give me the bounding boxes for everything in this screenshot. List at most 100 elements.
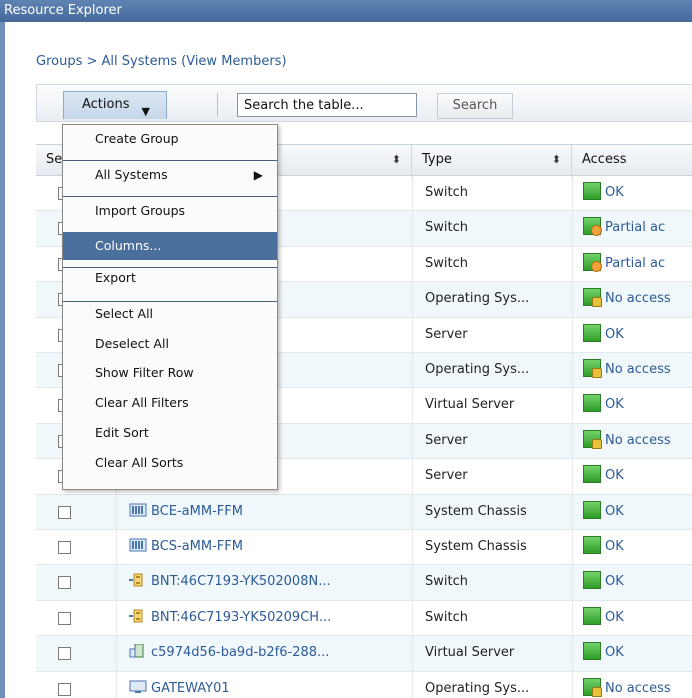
- status-ok-icon: [583, 394, 601, 413]
- resource-name-link[interactable]: BNT:46C7193-YK502008N...: [151, 574, 331, 589]
- menu-item-all-systems[interactable]: All Systems ▶: [63, 161, 277, 189]
- table-row[interactable]: BCE-aMM-FFM System Chassis OK: [36, 494, 692, 530]
- menu-item-columns[interactable]: Columns...: [63, 232, 277, 260]
- access-cell: No access: [572, 423, 692, 459]
- row-checkbox[interactable]: [58, 647, 71, 661]
- access-cell: OK: [572, 494, 692, 530]
- type-cell: Server: [412, 423, 572, 459]
- sort-icon[interactable]: ⬍: [392, 145, 401, 175]
- menu-item-label: Export: [95, 270, 136, 285]
- type-cell: Switch: [412, 600, 572, 636]
- access-cell: OK: [572, 317, 692, 353]
- type-cell: Switch: [412, 565, 572, 601]
- access-status-link[interactable]: No access: [605, 362, 671, 377]
- select-cell: [36, 565, 116, 600]
- type-cell: Switch: [412, 246, 572, 282]
- access-status-link[interactable]: OK: [605, 327, 624, 342]
- search-input[interactable]: [237, 93, 417, 117]
- row-checkbox[interactable]: [58, 576, 71, 590]
- type-cell: Switch: [412, 211, 572, 247]
- menu-item-clear-all-filters[interactable]: Clear All Filters: [63, 389, 277, 417]
- menu-item-label: Edit Sort: [95, 425, 149, 440]
- row-checkbox[interactable]: [58, 541, 71, 554]
- os-icon: [129, 674, 147, 693]
- table-row[interactable]: GATEWAY01 Operating Sys... No access: [36, 671, 692, 698]
- column-header-type[interactable]: Type ⬍: [412, 145, 572, 177]
- access-status-link[interactable]: OK: [605, 610, 624, 625]
- menu-item-clear-all-sorts[interactable]: Clear All Sorts: [63, 449, 277, 477]
- row-checkbox[interactable]: [58, 611, 71, 625]
- name-cell: BNT:46C7193-YK502008N...: [116, 565, 412, 601]
- table-row[interactable]: c5974d56-ba9d-b2f6-288... Virtual Server O…: [36, 636, 692, 672]
- status-ok-icon: [583, 571, 601, 590]
- access-status-link[interactable]: No access: [605, 291, 671, 306]
- status-partial-icon: [583, 217, 602, 237]
- resource-name-link[interactable]: BCE-aMM-FFM: [151, 504, 243, 519]
- menu-item-select-all[interactable]: Select All: [63, 300, 277, 328]
- type-cell: System Chassis: [412, 494, 572, 530]
- breadcrumb[interactable]: Groups > All Systems (View Members): [36, 54, 287, 69]
- table-toolbar: Actions ▼ Search: [36, 84, 692, 122]
- menu-item-create-group[interactable]: Create Group: [63, 125, 277, 153]
- menu-item-label: Show Filter Row: [95, 365, 194, 380]
- access-status-link[interactable]: OK: [605, 504, 624, 519]
- access-status-link[interactable]: Partial ac: [605, 220, 665, 235]
- column-header-access-label: Access: [582, 152, 627, 167]
- menu-item-edit-sort[interactable]: Edit Sort: [63, 419, 277, 447]
- table-row[interactable]: BNT:46C7193-YK502008N... Switch OK: [36, 565, 692, 601]
- access-status-link[interactable]: OK: [605, 539, 624, 554]
- type-cell: Virtual Server: [412, 388, 572, 424]
- access-status-link[interactable]: OK: [605, 574, 624, 589]
- switch-icon: [129, 567, 147, 587]
- access-status-link[interactable]: OK: [605, 397, 624, 412]
- menu-item-export[interactable]: Export: [63, 264, 277, 292]
- status-ok-icon: [583, 465, 601, 484]
- window-title-bar: Resource Explorer: [0, 0, 692, 22]
- resource-name-link[interactable]: GATEWAY01: [151, 681, 230, 696]
- access-status-link[interactable]: No access: [605, 433, 671, 448]
- menu-item-deselect-all[interactable]: Deselect All: [63, 330, 277, 358]
- type-cell: Operating Sys...: [412, 282, 572, 318]
- status-ok-icon: [583, 500, 601, 519]
- menu-item-label: Select All: [95, 306, 154, 321]
- menu-item-label: Columns...: [95, 238, 162, 253]
- sort-icon[interactable]: ⬍: [552, 145, 561, 175]
- name-cell: c5974d56-ba9d-b2f6-288...: [116, 636, 412, 672]
- status-ok-icon: [583, 536, 601, 554]
- access-cell: OK: [572, 565, 692, 601]
- breadcrumb-text[interactable]: Groups > All Systems (View Members): [36, 54, 287, 69]
- menu-item-import-groups[interactable]: Import Groups: [63, 197, 277, 225]
- submenu-arrow-icon: ▶: [253, 168, 263, 182]
- column-header-select-label: Se: [46, 152, 63, 167]
- switch-icon: [129, 603, 147, 623]
- chevron-down-icon: ▼: [141, 105, 150, 118]
- row-checkbox[interactable]: [58, 682, 71, 696]
- access-cell: OK: [572, 600, 692, 636]
- select-cell: [36, 636, 116, 671]
- access-status-link[interactable]: OK: [605, 645, 624, 660]
- resource-name-link[interactable]: BCS-aMM-FFM: [151, 539, 243, 554]
- actions-button[interactable]: Actions ▼: [63, 91, 167, 119]
- window-title: Resource Explorer: [4, 3, 122, 18]
- column-header-access[interactable]: Access: [572, 145, 692, 177]
- access-status-link[interactable]: Partial ac: [605, 256, 665, 271]
- chassis-icon: [129, 497, 147, 517]
- table-row[interactable]: BCS-aMM-FFM System Chassis OK: [36, 530, 692, 566]
- chassis-icon: [129, 532, 147, 552]
- access-status-link[interactable]: OK: [605, 468, 624, 483]
- menu-item-show-filter-row[interactable]: Show Filter Row: [63, 359, 277, 387]
- resource-name-link[interactable]: BNT:46C7193-YK50209CH...: [151, 610, 331, 625]
- menu-item-label: Import Groups: [95, 203, 186, 218]
- access-cell: OK: [572, 530, 692, 565]
- access-status-link[interactable]: No access: [605, 681, 671, 696]
- access-status-link[interactable]: OK: [605, 185, 624, 200]
- type-cell: System Chassis: [412, 530, 572, 565]
- search-button[interactable]: Search: [437, 93, 513, 119]
- menu-item-label: Clear All Filters: [95, 395, 189, 410]
- table-row[interactable]: BNT:46C7193-YK50209CH... Switch OK: [36, 600, 692, 637]
- status-locked-icon: [583, 677, 602, 697]
- select-cell: [36, 672, 116, 698]
- row-checkbox[interactable]: [58, 505, 71, 519]
- resource-name-link[interactable]: c5974d56-ba9d-b2f6-288...: [151, 645, 329, 660]
- status-ok-icon: [583, 182, 601, 200]
